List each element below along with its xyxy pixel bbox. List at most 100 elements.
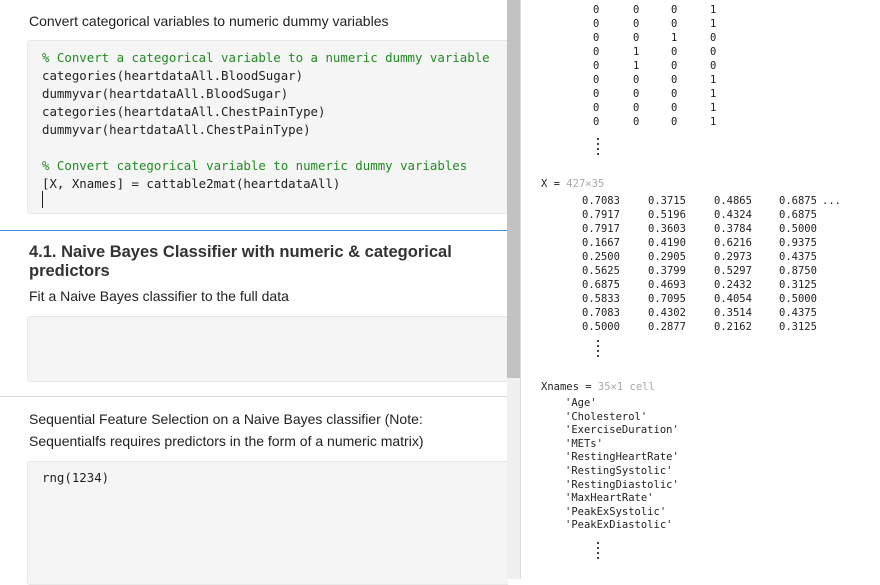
seq-text-line1: Sequential Feature Selection on a Naive …	[29, 411, 423, 427]
matrix-cell: 0.4190	[648, 237, 686, 249]
code-line: [X, Xnames] = cattable2mat(heartdataAll)	[42, 176, 341, 191]
matrix-cell: 1	[671, 32, 678, 44]
matrix-cell: 0	[593, 102, 600, 114]
matrix-cell: 0.7917	[582, 209, 620, 221]
matrix-cell: 0	[633, 4, 640, 16]
matrix-cell: 0.1667	[582, 237, 620, 249]
matrix-cell: 0.4302	[648, 307, 686, 319]
matrix-cell: 0.2162	[714, 321, 752, 333]
matrix-cell: 0	[633, 18, 640, 30]
matrix-cell: 1	[710, 74, 717, 86]
matrix-cell: 0	[671, 102, 678, 114]
matrix-cell: 0	[593, 46, 600, 58]
matrix-cell: 0.4324	[714, 209, 752, 221]
matrix-cell: 0.6875	[582, 279, 620, 291]
section-break-active	[0, 230, 507, 231]
matrix-cell: 0.5833	[582, 293, 620, 305]
matrix-cell: 0.4054	[714, 293, 752, 305]
matrix-cell: 1	[710, 88, 717, 100]
seq-text-line2: Sequentialfs requires predictors in the …	[29, 433, 424, 449]
x-label: X =	[541, 178, 567, 190]
matrix-cell: 0	[633, 74, 640, 86]
matrix-cell: 0	[633, 102, 640, 114]
xnames-size: 35×1 cell	[597, 381, 655, 393]
code-block-dummy[interactable]: % Convert a categorical variable to a nu…	[27, 40, 508, 214]
matrix-cell: 0.5625	[582, 265, 620, 277]
matrix-cell: 0.7083	[582, 307, 620, 319]
x-size: 427×35	[566, 178, 605, 190]
vertical-ellipsis-icon	[597, 138, 599, 158]
matrix-cell: 1	[633, 60, 640, 72]
matrix-cell: 0	[593, 116, 600, 128]
matrix-cell: 0.3125	[779, 321, 817, 333]
matrix-cell: 0.2905	[648, 251, 686, 263]
matrix-cell: 0.5297	[714, 265, 752, 277]
cell-entry: 'METs'	[565, 437, 603, 450]
matrix-cell: 1	[710, 4, 717, 16]
section-break	[0, 396, 507, 397]
matrix-cell: 1	[633, 46, 640, 58]
cell-entry: 'MaxHeartRate'	[565, 492, 654, 505]
intro-text: Convert categorical variables to numeric…	[29, 13, 389, 29]
code-line: categories(heartdataAll.ChestPainType)	[42, 104, 326, 119]
matrix-cell: 0	[671, 4, 678, 16]
matrix-cell: 0.4865	[714, 195, 752, 207]
code-block-fit[interactable]	[27, 316, 508, 382]
matrix-cell: 0	[671, 88, 678, 100]
cell-entry: 'RestingHeartRate'	[565, 451, 679, 464]
matrix-cell: 0.5000	[779, 293, 817, 305]
matrix-cell: 0	[671, 46, 678, 58]
matrix-cell: 0	[671, 60, 678, 72]
cell-entry: 'ExerciseDuration'	[565, 424, 679, 437]
code-line: dummyvar(heartdataAll.ChestPainType)	[42, 122, 311, 137]
matrix-cell: 0	[633, 88, 640, 100]
cell-entry: 'Age'	[565, 397, 597, 409]
matrix-cell: 0.5196	[648, 209, 686, 221]
matrix-cell: 0.2500	[582, 251, 620, 263]
code-block-rng[interactable]: rng(1234)	[27, 461, 508, 585]
live-editor-pane: Convert categorical variables to numeric…	[0, 0, 508, 585]
matrix-cell: 1	[710, 18, 717, 30]
matrix-cell: 0.7095	[648, 293, 686, 305]
matrix-cell: 0	[710, 46, 717, 58]
x-output-header: X = 427×35	[541, 178, 604, 190]
matrix-cell: 0.2432	[714, 279, 752, 291]
matrix-cell: 0	[633, 32, 640, 44]
matrix-cell: 0	[593, 4, 600, 16]
xnames-output-header: Xnames = 35×1 cell	[541, 381, 655, 393]
code-line: dummyvar(heartdataAll.BloodSugar)	[42, 86, 289, 101]
matrix-cell: 0.4693	[648, 279, 686, 291]
matrix-cell: 0.9375	[779, 237, 817, 249]
matrix-cell: 0	[593, 74, 600, 86]
matrix-cell: 0	[710, 60, 717, 72]
matrix-cell: 0.7083	[582, 195, 620, 207]
vertical-ellipsis-icon	[597, 340, 599, 360]
code-line: rng(1234)	[42, 470, 110, 485]
matrix-cell: 0.2877	[648, 321, 686, 333]
matrix-cell: 1	[710, 116, 717, 128]
matrix-cell: 0	[710, 32, 717, 44]
matrix-cell: 0.6875	[779, 209, 817, 221]
matrix-cell: 0	[671, 18, 678, 30]
matrix-cell: 0.3799	[648, 265, 686, 277]
matrix-cell: 0.5000	[779, 223, 817, 235]
cell-entry: 'RestingSystolic'	[565, 465, 673, 477]
text-cursor	[42, 191, 43, 208]
matrix-cell: 0.3514	[714, 307, 752, 319]
matrix-cell: 0	[593, 88, 600, 100]
matrix-cell: 0.8750	[779, 265, 817, 277]
matrix-cell: 0.3715	[648, 195, 686, 207]
matrix-cell: 0	[593, 18, 600, 30]
matrix-cell: 1	[710, 102, 717, 114]
fit-text: Fit a Naive Bayes classifier to the full…	[29, 288, 289, 304]
code-comment-line: % Convert categorical variable to numeri…	[42, 158, 468, 173]
more-columns-indicator: ...	[822, 195, 841, 207]
vertical-ellipsis-icon	[597, 542, 599, 562]
output-pane: 0 0 0 1 0 0 0 1 0 0 1 0 0 1 0 0 0 1 0 0 0 0 0 1 0 0 0 1 0 0 0 1 0 0 0 1 X =…	[521, 0, 880, 579]
matrix-cell: 0.6875	[779, 195, 817, 207]
cell-entry: 'Cholesterol'	[565, 410, 648, 423]
scrollbar-thumb[interactable]	[507, 0, 520, 378]
xnames-label: Xnames =	[541, 381, 598, 393]
code-line: categories(heartdataAll.BloodSugar)	[42, 68, 304, 83]
cell-entry: 'RestingDiastolic'	[565, 478, 679, 491]
